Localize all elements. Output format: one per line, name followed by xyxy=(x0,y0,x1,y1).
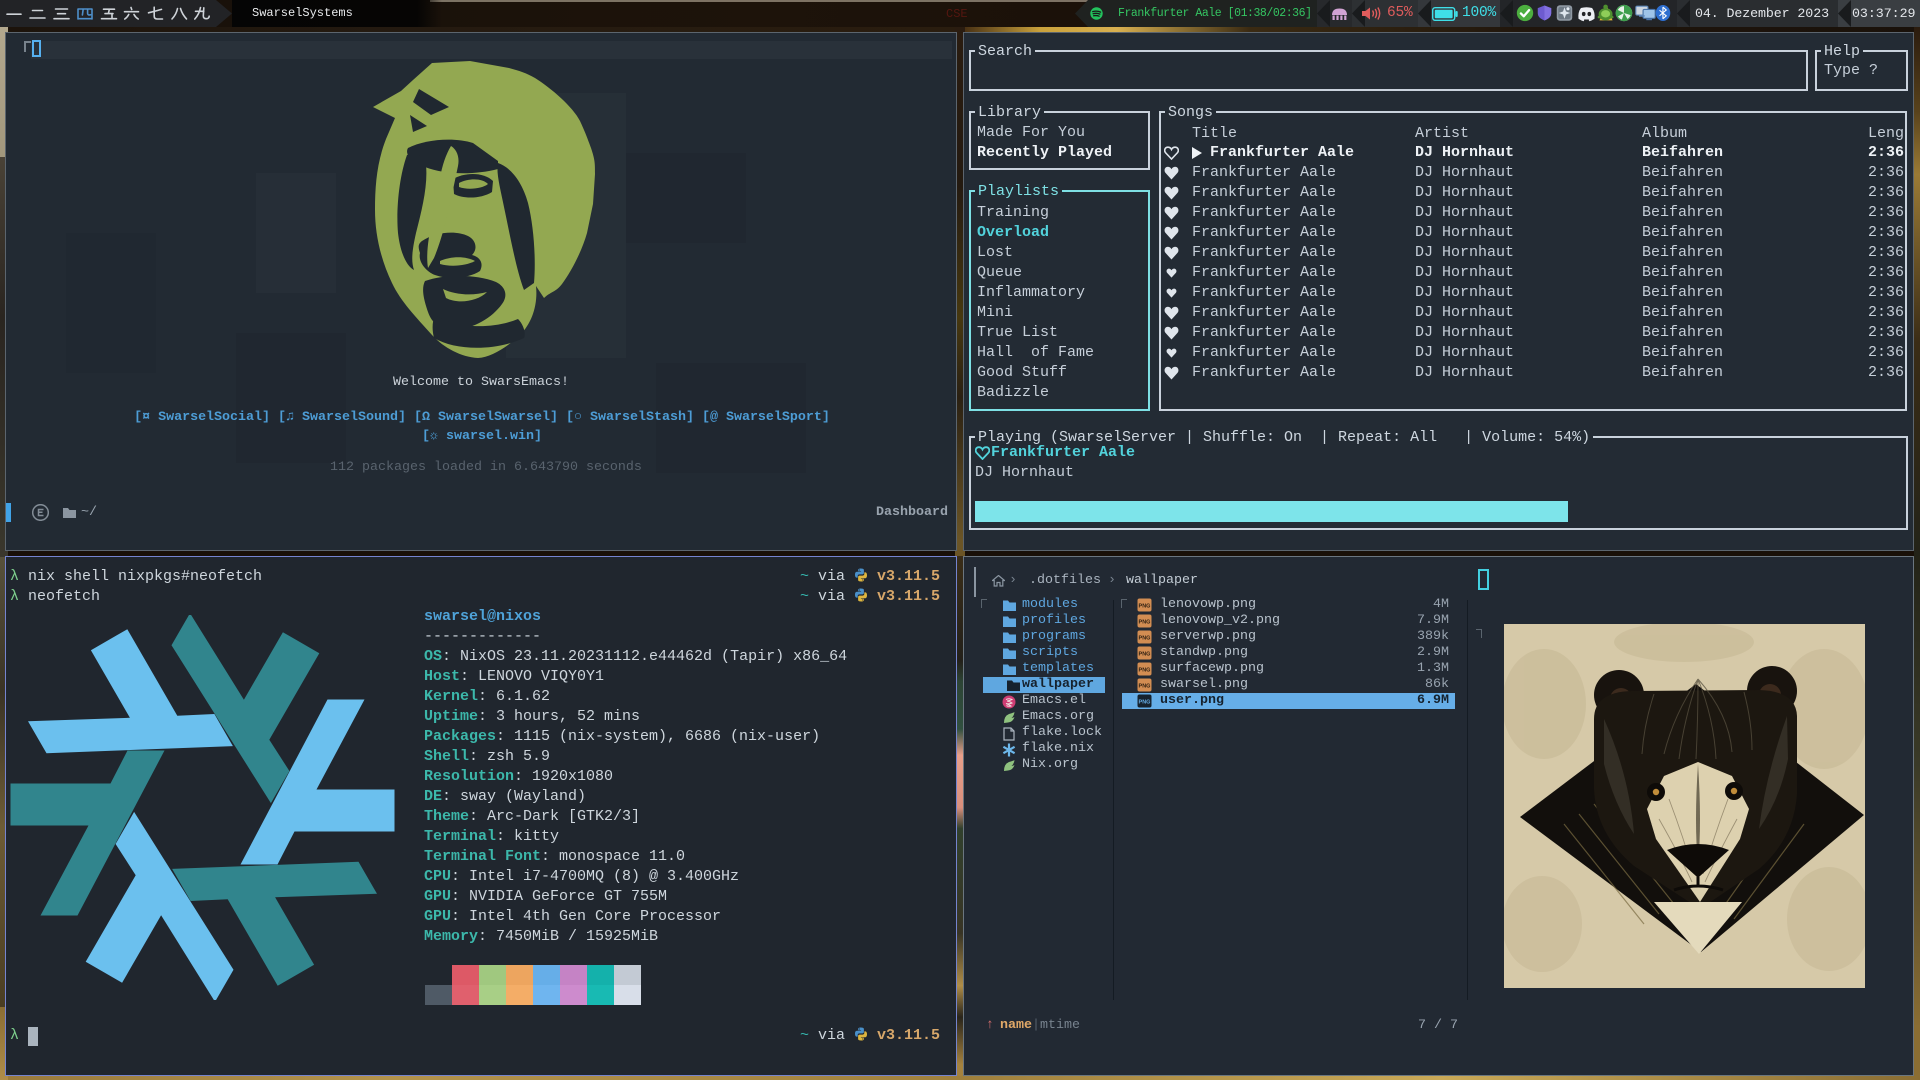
svg-text:PNG: PNG xyxy=(1139,668,1151,674)
svg-text:PNG: PNG xyxy=(1139,604,1151,610)
svg-text:PNG: PNG xyxy=(1139,652,1151,658)
svg-text:PNG: PNG xyxy=(1139,620,1151,626)
svg-text:PNG: PNG xyxy=(1139,700,1151,706)
svg-text:PNG: PNG xyxy=(1139,636,1151,642)
svg-text:PNG: PNG xyxy=(1139,684,1151,690)
